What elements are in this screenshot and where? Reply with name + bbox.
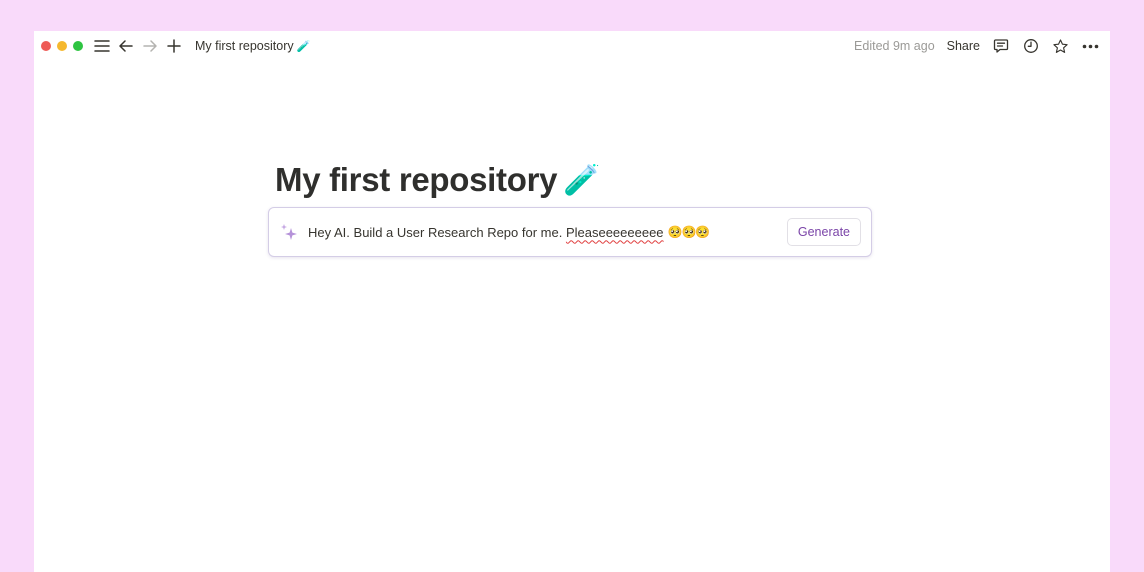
hamburger-icon[interactable]	[93, 37, 111, 55]
page-actions: Edited 9m ago Share	[854, 31, 1100, 61]
clock-icon[interactable]	[1021, 37, 1040, 56]
edited-timestamp: Edited 9m ago	[854, 39, 935, 53]
share-button[interactable]: Share	[947, 39, 980, 53]
breadcrumb[interactable]: My first repository 🧪	[195, 39, 310, 53]
misspelled-word: Pleaseeeeeeeee	[565, 224, 664, 240]
ai-prompt-input[interactable]: Hey AI. Build a User Research Repo for m…	[308, 225, 787, 240]
test-tube-icon: 🧪	[296, 40, 311, 53]
breadcrumb-label: My first repository	[195, 39, 294, 53]
app-window: My first repository 🧪 Edited 9m ago Shar…	[34, 31, 1110, 572]
close-window-button[interactable]	[41, 41, 51, 51]
test-tube-icon[interactable]: 🧪	[563, 163, 600, 198]
minimize-window-button[interactable]	[57, 41, 67, 51]
comment-icon[interactable]	[991, 37, 1010, 56]
arrow-left-icon[interactable]	[117, 37, 135, 55]
sparkle-icon	[279, 222, 299, 242]
title-bar: My first repository 🧪 Edited 9m ago Shar…	[34, 31, 1110, 61]
plus-icon[interactable]	[165, 37, 183, 55]
maximize-window-button[interactable]	[73, 41, 83, 51]
window-controls	[41, 41, 83, 51]
pleading-face-emojis: 🥺🥺🥺	[667, 225, 711, 239]
prompt-text: Hey AI. Build a User Research Repo for m…	[308, 224, 566, 240]
navigation-tools: My first repository 🧪	[93, 37, 310, 55]
more-icon[interactable]	[1081, 37, 1100, 56]
page-title[interactable]: My first repository 🧪	[275, 161, 601, 199]
arrow-right-icon[interactable]	[141, 37, 159, 55]
generate-button[interactable]: Generate	[786, 218, 861, 246]
star-icon[interactable]	[1051, 37, 1070, 56]
page-title-text: My first repository	[275, 161, 558, 198]
ai-prompt-box: Hey AI. Build a User Research Repo for m…	[268, 207, 872, 257]
